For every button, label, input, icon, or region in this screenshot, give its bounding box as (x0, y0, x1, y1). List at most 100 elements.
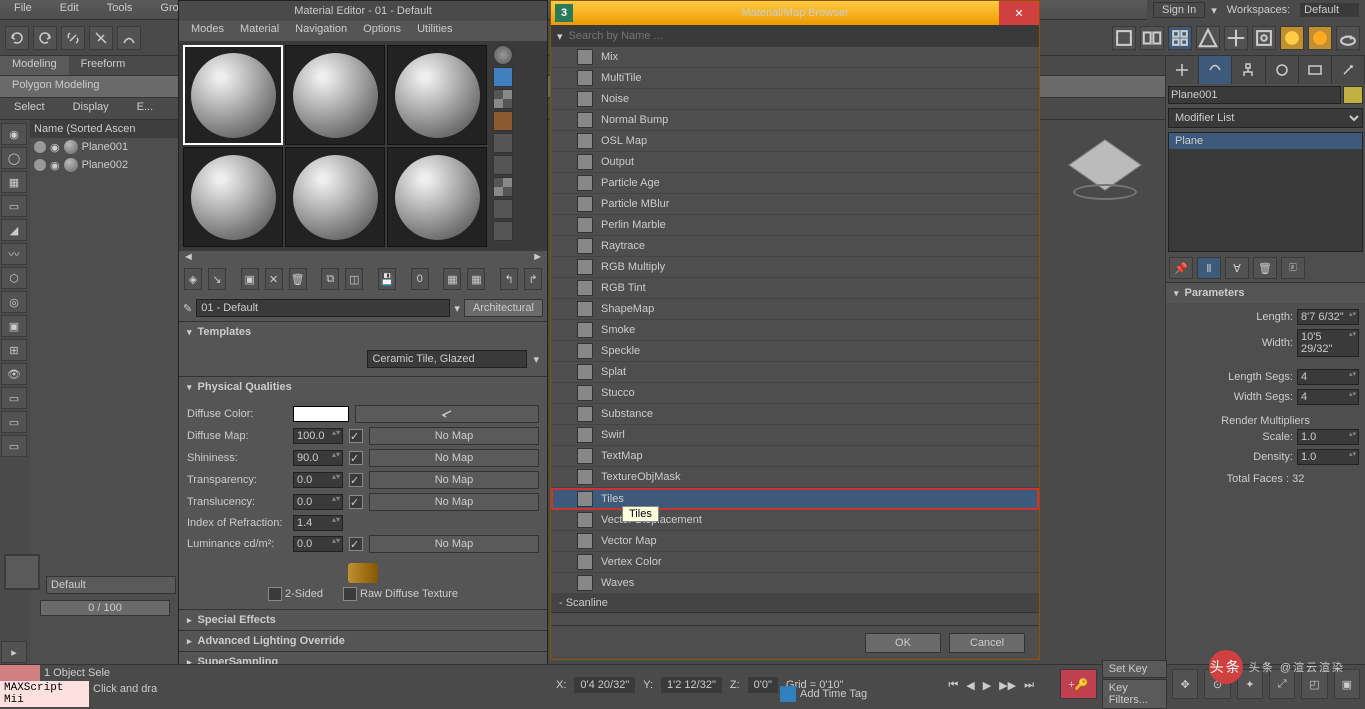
tab-modeling[interactable]: Modeling (0, 56, 69, 75)
shininess-spinner[interactable]: 90.0 (293, 450, 343, 466)
tool-icon[interactable] (1168, 26, 1192, 50)
search-input[interactable] (569, 30, 1033, 42)
sb-extra[interactable]: E... (123, 98, 168, 119)
preview-icon[interactable] (493, 221, 513, 241)
key-filters-button[interactable]: Key Filters... (1102, 679, 1167, 709)
mmb-list[interactable]: MixMultiTileNoiseNormal BumpOSL MapOutpu… (551, 47, 1039, 625)
close-button[interactable]: ✕ (999, 1, 1039, 25)
rollout-physical[interactable]: Physical Qualities (179, 377, 547, 397)
rollout-parameters[interactable]: Parameters (1166, 283, 1365, 303)
undo-icon[interactable] (5, 26, 29, 50)
mmb-item-shapemap[interactable]: ShapeMap (551, 299, 1039, 320)
remove-mod-icon[interactable]: 🗑 (1253, 257, 1277, 279)
material-slot-5[interactable] (285, 147, 385, 247)
teapot-icon[interactable] (1336, 26, 1360, 50)
object-color-swatch[interactable] (1343, 86, 1363, 104)
play-first-icon[interactable]: ⏮ (948, 679, 958, 692)
length-segs-spinner[interactable]: 4 (1297, 369, 1359, 385)
mmb-item-speckle[interactable]: Speckle (551, 341, 1039, 362)
filter-warps-icon[interactable]: 〰 (1, 243, 27, 265)
picker-icon[interactable]: ✎ (183, 302, 192, 315)
mmb-item-osl-map[interactable]: OSL Map (551, 131, 1039, 152)
go-parent-icon[interactable]: ↰ (500, 268, 518, 290)
nav-icon[interactable]: ▣ (1334, 669, 1360, 699)
material-name-combo[interactable]: 01 - Default (196, 299, 450, 317)
material-slot-6[interactable] (387, 147, 487, 247)
render-icon[interactable] (1308, 26, 1332, 50)
maxscript-listener[interactable]: MAXScript Mii (0, 681, 89, 707)
rollout-lighting-override[interactable]: Advanced Lighting Override (179, 631, 547, 651)
me-menu-navigation[interactable]: Navigation (289, 21, 353, 41)
filter-icon[interactable]: ⊞ (1, 339, 27, 361)
me-menu-modes[interactable]: Modes (185, 21, 230, 41)
nav-icon[interactable]: ✥ (1172, 669, 1198, 699)
filter-cameras-icon[interactable]: ▭ (1, 195, 27, 217)
material-slot-1[interactable] (183, 45, 283, 145)
diffuse-color-swatch[interactable] (293, 406, 349, 422)
select-by-material-icon[interactable] (493, 177, 513, 197)
me-menu-options[interactable]: Options (357, 21, 407, 41)
mmb-item-mix[interactable]: Mix (551, 47, 1039, 68)
make-unique-icon[interactable]: ∀ (1225, 257, 1249, 279)
play-prev-icon[interactable]: ◀ (966, 679, 974, 692)
sb-select[interactable]: Select (0, 98, 59, 119)
options-icon[interactable] (493, 155, 513, 175)
mmb-item-particle-mblur[interactable]: Particle MBlur (551, 194, 1039, 215)
timeline-thumb[interactable] (0, 665, 40, 681)
chevron-down-icon[interactable]: ▾ (1211, 4, 1217, 17)
mmb-item-rgb-tint[interactable]: RGB Tint (551, 278, 1039, 299)
show-end-icon[interactable]: Ⅱ (1197, 257, 1221, 279)
rollout-special-effects[interactable]: Special Effects (179, 610, 547, 630)
unlink-icon[interactable] (89, 26, 113, 50)
freeze-icon[interactable]: ◉ (50, 141, 60, 154)
dropdown-icon[interactable]: ▾ (454, 302, 460, 315)
get-material-icon[interactable]: ◈ (184, 268, 202, 290)
filter-helpers-icon[interactable]: ◢ (1, 219, 27, 241)
polygon-modeling-button[interactable]: Polygon Modeling (0, 76, 111, 97)
tab-modify-icon[interactable] (1199, 56, 1232, 84)
material-id-icon[interactable] (493, 199, 513, 219)
me-menu-utilities[interactable]: Utilities (411, 21, 458, 41)
put-to-scene-icon[interactable]: ↘ (208, 268, 226, 290)
tab-utilities-icon[interactable] (1332, 56, 1365, 84)
material-slot-2[interactable] (285, 45, 385, 145)
mmb-item-textmap[interactable]: TextMap (551, 446, 1039, 467)
play-next-icon[interactable]: ▶▶ (999, 679, 1016, 692)
show-end-result-icon[interactable]: ▦ (467, 268, 485, 290)
filter-lights-icon[interactable]: ▦ (1, 171, 27, 193)
tool-icon[interactable] (1196, 26, 1220, 50)
nav-icon[interactable]: ⤢ (1269, 669, 1295, 699)
visibility-icon[interactable] (34, 159, 46, 171)
tool-icon[interactable] (1224, 26, 1248, 50)
pin-stack-icon[interactable]: 📌 (1169, 257, 1193, 279)
sample-type-icon[interactable] (493, 45, 513, 65)
modifier-stack[interactable]: Plane (1168, 132, 1363, 252)
render-setup-icon[interactable] (1280, 26, 1304, 50)
mmb-item-vector-map[interactable]: Vector Map (551, 531, 1039, 552)
filter-icon[interactable]: ▣ (1, 315, 27, 337)
checkbox[interactable]: ✓ (349, 495, 363, 509)
mmb-item-waves[interactable]: Waves (551, 573, 1039, 594)
diffuse-map-button[interactable]: No Map (369, 427, 539, 445)
set-key-button[interactable]: +🔑 (1060, 669, 1097, 699)
viewcube[interactable] (1060, 120, 1150, 210)
visibility-icon[interactable] (34, 141, 46, 153)
show-map-icon[interactable]: ▦ (443, 268, 461, 290)
add-time-tag[interactable]: Add Time Tag (800, 688, 867, 700)
material-slot-3[interactable] (387, 45, 487, 145)
nav-icon[interactable]: ⊙ (1204, 669, 1230, 699)
tree-header[interactable]: Name (Sorted Ascen (30, 120, 178, 138)
mmb-category[interactable]: - Scanline (551, 594, 1039, 613)
density-spinner[interactable]: 1.0 (1297, 449, 1359, 465)
time-tag-icon[interactable] (780, 686, 796, 702)
background-icon[interactable] (493, 89, 513, 109)
link-icon[interactable] (61, 26, 85, 50)
filter-icon[interactable]: ▭ (1, 435, 27, 457)
tree-item-plane001[interactable]: ◉ Plane001 (30, 138, 178, 156)
mmb-item-raytrace[interactable]: Raytrace (551, 236, 1039, 257)
delete-icon[interactable]: 🗑 (289, 268, 307, 290)
scroll-left-icon[interactable]: ◄ (183, 251, 194, 263)
transparency-spinner[interactable]: 0.0 (293, 472, 343, 488)
tab-display-icon[interactable] (1299, 56, 1332, 84)
z-value[interactable]: 0'0" (748, 677, 778, 693)
